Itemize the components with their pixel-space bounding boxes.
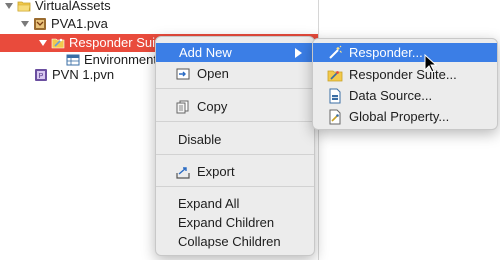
- tree-item-virtualassets[interactable]: VirtualAssets: [4, 0, 304, 15]
- menu-item-label: Collapse Children: [178, 234, 281, 249]
- menu-item-label: Expand Children: [178, 215, 275, 230]
- svg-text:P: P: [39, 73, 44, 80]
- submenu-item-data-source[interactable]: Data Source...: [313, 86, 497, 105]
- context-menu: Add New Open Copy Disable Export Expand …: [155, 36, 315, 256]
- submenu-arrow-icon: [295, 48, 302, 58]
- tree-item-label: Responder Suite: [69, 35, 166, 50]
- tree-item-label: VirtualAssets: [35, 0, 111, 13]
- disclosure-expanded-icon[interactable]: [38, 38, 48, 48]
- disclosure-expanded-icon[interactable]: [20, 19, 30, 29]
- menu-item-label: Export: [197, 164, 235, 179]
- menu-item-add-new[interactable]: Add New: [156, 43, 314, 62]
- menu-separator: [156, 186, 314, 187]
- menu-item-label: Expand All: [178, 196, 240, 211]
- menu-item-label: Add New: [179, 45, 232, 60]
- menu-item-expand-all[interactable]: Expand All: [156, 194, 314, 213]
- menu-item-label: Global Property...: [349, 109, 450, 124]
- suite-icon: [327, 67, 343, 83]
- menu-item-open[interactable]: Open: [156, 64, 314, 83]
- menu-item-label: Data Source...: [349, 88, 433, 103]
- disclosure-expanded-icon[interactable]: [4, 1, 14, 11]
- menu-item-label: Copy: [197, 99, 228, 114]
- menu-item-collapse-children[interactable]: Collapse Children: [156, 232, 314, 251]
- menu-item-label: Responder Suite...: [349, 67, 457, 82]
- project-icon: [33, 17, 47, 31]
- tree-item-pva1[interactable]: PVA1.pva: [20, 15, 300, 33]
- data-source-icon: [327, 88, 343, 104]
- submenu-item-global-property[interactable]: Global Property...: [313, 107, 497, 126]
- export-icon: [175, 164, 191, 180]
- menu-item-export[interactable]: Export: [156, 162, 314, 181]
- tree-item-label: PVN 1.pvn: [52, 67, 115, 82]
- mouse-pointer-icon: [424, 54, 438, 73]
- property-icon: [327, 109, 343, 125]
- table-icon: [66, 53, 80, 67]
- menu-separator: [156, 121, 314, 122]
- network-file-icon: P: [34, 68, 48, 82]
- menu-item-label: Disable: [178, 132, 222, 147]
- wand-icon: [327, 45, 343, 61]
- open-icon: [175, 66, 191, 82]
- copy-icon: [175, 99, 191, 115]
- folder-icon: [17, 0, 31, 13]
- suite-folder-icon: [51, 36, 65, 50]
- menu-item-copy[interactable]: Copy: [156, 97, 314, 116]
- menu-item-label: Responder...: [349, 45, 423, 60]
- tree-item-label: PVA1.pva: [51, 16, 108, 31]
- menu-separator: [156, 88, 314, 89]
- menu-item-expand-children[interactable]: Expand Children: [156, 213, 314, 232]
- add-new-submenu: Responder... Responder Suite... Data Sou…: [312, 38, 498, 130]
- submenu-item-responder[interactable]: Responder...: [313, 43, 497, 62]
- menu-item-disable[interactable]: Disable: [156, 130, 314, 149]
- menu-separator: [156, 154, 314, 155]
- submenu-item-responder-suite[interactable]: Responder Suite...: [313, 65, 497, 84]
- menu-item-label: Open: [197, 66, 229, 81]
